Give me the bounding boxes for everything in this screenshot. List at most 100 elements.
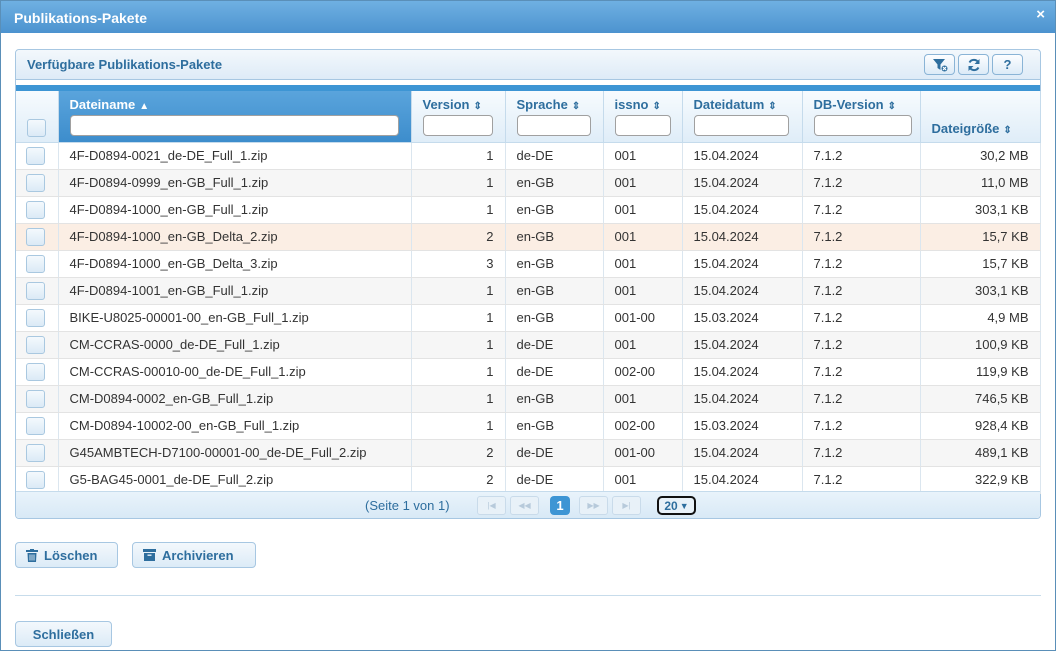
cell-version: 1	[411, 358, 506, 386]
cell-dateigroesse: 100,9 KB	[920, 331, 1041, 359]
row-checkbox-cell	[16, 142, 59, 170]
page-size-value: 20	[664, 498, 678, 513]
column-header-dateigroesse[interactable]: Dateigröße ⇕	[920, 91, 1041, 143]
cell-version: 1	[411, 142, 506, 170]
row-checkbox[interactable]	[26, 335, 45, 354]
column-header-issno[interactable]: issno ⇕	[603, 91, 683, 143]
table-row[interactable]: 4F-D0894-1001_en-GB_Full_1.zip 1 en-GB 001 1…	[16, 277, 1041, 305]
close-icon[interactable]: ×	[1036, 7, 1045, 23]
row-checkbox[interactable]	[26, 173, 45, 192]
last-page-button[interactable]: ▶|	[612, 496, 641, 515]
filter-input-dbversion[interactable]	[813, 115, 912, 136]
delete-button[interactable]: Löschen	[15, 542, 118, 568]
pager: (Seite 1 von 1) |◀ ◀◀ 1 ▶▶ ▶| 20 ▼	[16, 491, 1040, 518]
cell-dateigroesse: 303,1 KB	[920, 277, 1041, 305]
column-header-dateiname[interactable]: Dateiname ▲	[58, 91, 412, 143]
filter-input-sprache[interactable]	[516, 115, 591, 136]
next-page-button[interactable]: ▶▶	[579, 496, 608, 515]
cell-dbversion: 7.1.2	[802, 331, 921, 359]
current-page-button[interactable]: 1	[550, 496, 570, 515]
prev-page-button[interactable]: ◀◀	[510, 496, 539, 515]
page-size-select[interactable]: 20 ▼	[657, 496, 696, 515]
row-checkbox[interactable]	[26, 146, 45, 165]
cell-dateidatum: 15.03.2024	[682, 412, 803, 440]
row-checkbox[interactable]	[26, 389, 45, 408]
table-row[interactable]: 4F-D0894-1000_en-GB_Delta_3.zip 3 en-GB 001…	[16, 250, 1041, 278]
table-header-row: Dateiname▲ Version⇕ Sprache⇕ issno⇕	[16, 91, 1041, 143]
table-row[interactable]: 4F-D0894-1000_en-GB_Delta_2.zip 2 en-GB 001…	[16, 223, 1041, 251]
table-row[interactable]: 4F-D0894-0999_en-GB_Full_1.zip 1 en-GB 001 1…	[16, 169, 1041, 197]
close-button[interactable]: Schließen	[15, 621, 112, 647]
cell-dateigroesse: 303,1 KB	[920, 196, 1041, 224]
dialog-title: Publikations-Pakete	[14, 10, 148, 26]
refresh-icon	[968, 58, 979, 71]
first-page-button[interactable]: |◀	[477, 496, 506, 515]
row-checkbox[interactable]	[26, 416, 45, 435]
table-row[interactable]: G45AMBTECH-D7100-00001-00_de-DE_Full_2.z…	[16, 439, 1041, 467]
cell-dbversion: 7.1.2	[802, 169, 921, 197]
row-checkbox[interactable]	[26, 443, 45, 462]
cell-dateiname: 4F-D0894-0999_en-GB_Full_1.zip	[58, 169, 412, 197]
row-checkbox[interactable]	[26, 200, 45, 219]
help-button[interactable]: ?	[992, 54, 1023, 75]
row-checkbox[interactable]	[26, 227, 45, 246]
row-checkbox-cell	[16, 466, 59, 494]
table-row[interactable]: 4F-D0894-0021_de-DE_Full_1.zip 1 de-DE 001 1…	[16, 142, 1041, 170]
column-label-dbversion: DB-Version	[813, 97, 884, 112]
row-checkbox-cell	[16, 304, 59, 332]
table-row[interactable]: CM-CCRAS-00010-00_de-DE_Full_1.zip 1 de-DE…	[16, 358, 1041, 386]
filter-input-dateidatum[interactable]	[693, 115, 789, 136]
column-header-sprache[interactable]: Sprache ⇕	[505, 91, 604, 143]
cell-dateigroesse: 4,9 MB	[920, 304, 1041, 332]
cell-dateidatum: 15.04.2024	[682, 385, 803, 413]
row-checkbox[interactable]	[26, 254, 45, 273]
table-row[interactable]: G5-BAG45-0001_de-DE_Full_2.zip 2 de-DE 001 1…	[16, 466, 1041, 494]
refresh-button[interactable]	[958, 54, 989, 75]
table-row[interactable]: CM-D0894-10002-00_en-GB_Full_1.zip 1 en-GB…	[16, 412, 1041, 440]
table-row[interactable]: 4F-D0894-1000_en-GB_Full_1.zip 1 en-GB 001 1…	[16, 196, 1041, 224]
cell-version: 2	[411, 439, 506, 467]
row-checkbox[interactable]	[26, 281, 45, 300]
table-row[interactable]: CM-D0894-0002_en-GB_Full_1.zip 1 en-GB 001 1…	[16, 385, 1041, 413]
column-label-dateigroesse: Dateigröße	[931, 120, 1000, 136]
table-row[interactable]: CM-CCRAS-0000_de-DE_Full_1.zip 1 de-DE 001 1…	[16, 331, 1041, 359]
delete-label: Löschen	[44, 547, 98, 563]
cell-sprache: de-DE	[505, 358, 604, 386]
filter-icon	[932, 58, 947, 71]
sort-icon: ⇕	[887, 101, 896, 112]
column-header-version[interactable]: Version ⇕	[411, 91, 506, 143]
select-all-checkbox[interactable]	[27, 119, 46, 137]
cell-sprache: en-GB	[505, 169, 604, 197]
cell-sprache: de-DE	[505, 142, 604, 170]
cell-version: 3	[411, 250, 506, 278]
filter-input-dateiname[interactable]	[69, 115, 399, 136]
cell-issno: 001	[603, 466, 683, 494]
filter-input-issno[interactable]	[614, 115, 671, 136]
sort-icon: ⇕	[473, 101, 482, 112]
row-checkbox[interactable]	[26, 470, 45, 489]
table-row[interactable]: BIKE-U8025-00001-00_en-GB_Full_1.zip 1 en-…	[16, 304, 1041, 332]
cell-dbversion: 7.1.2	[802, 142, 921, 170]
cell-sprache: en-GB	[505, 277, 604, 305]
row-checkbox-cell	[16, 385, 59, 413]
panel-header: Verfügbare Publikations-Pakete ?	[16, 50, 1040, 80]
cell-dbversion: 7.1.2	[802, 358, 921, 386]
row-checkbox[interactable]	[26, 362, 45, 381]
table-body: 4F-D0894-0021_de-DE_Full_1.zip 1 de-DE 001 1…	[16, 142, 1041, 494]
row-checkbox-cell	[16, 223, 59, 251]
cell-dateiname: 4F-D0894-0021_de-DE_Full_1.zip	[58, 142, 412, 170]
row-checkbox[interactable]	[26, 308, 45, 327]
cell-dateidatum: 15.03.2024	[682, 304, 803, 332]
cell-dateigroesse: 15,7 KB	[920, 250, 1041, 278]
filter-button[interactable]	[924, 54, 955, 75]
archive-button[interactable]: Archivieren	[132, 542, 256, 568]
cell-dateigroesse: 489,1 KB	[920, 439, 1041, 467]
column-header-dbversion[interactable]: DB-Version ⇕	[802, 91, 921, 143]
cell-version: 1	[411, 304, 506, 332]
cell-dateigroesse: 119,9 KB	[920, 358, 1041, 386]
filter-input-version[interactable]	[422, 115, 493, 136]
packages-panel: Verfügbare Publikations-Pakete ? Dateina…	[15, 49, 1041, 519]
column-header-dateidatum[interactable]: Dateidatum ⇕	[682, 91, 803, 143]
cell-issno: 001	[603, 223, 683, 251]
panel-title: Verfügbare Publikations-Pakete	[27, 57, 223, 72]
